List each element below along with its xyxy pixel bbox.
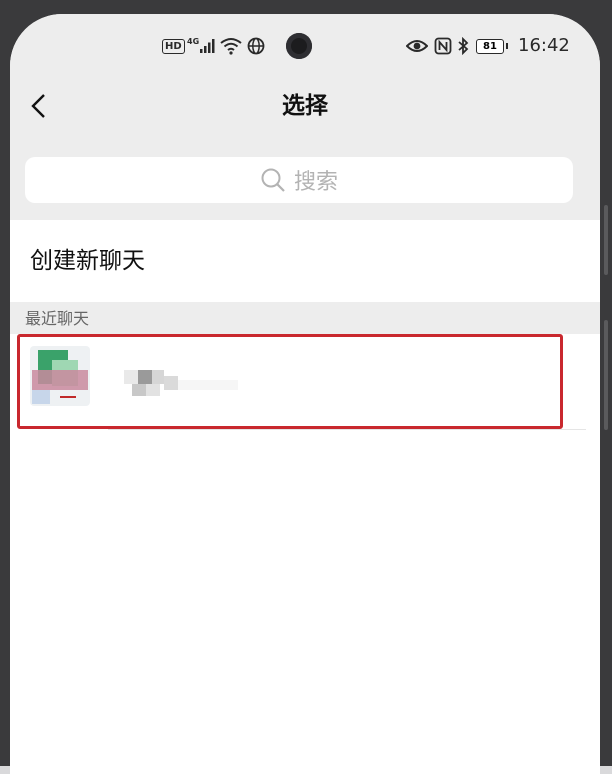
recent-chats-header: 最近聊天 [10, 302, 600, 334]
front-camera [286, 33, 312, 59]
hd-indicator: HD [162, 34, 185, 58]
recent-chats-label: 最近聊天 [25, 309, 90, 328]
nfc-indicator [434, 34, 452, 58]
search-input[interactable]: 搜索 [25, 157, 573, 203]
search-icon [261, 168, 285, 192]
globe-indicator [247, 34, 265, 58]
wifi-indicator [220, 34, 242, 58]
nfc-icon [434, 37, 452, 55]
status-bar: HD 4G 81 16:42 [10, 33, 600, 59]
battery-tip [506, 43, 508, 49]
hd-badge: HD [162, 38, 185, 54]
battery-icon: 81 [476, 39, 504, 54]
bluetooth-icon [458, 37, 469, 55]
bluetooth-indicator [457, 34, 469, 58]
eye-icon [406, 40, 428, 52]
globe-icon [247, 37, 265, 55]
eye-indicator [406, 34, 428, 58]
search-placeholder: 搜索 [293, 170, 338, 195]
wifi-icon [220, 38, 242, 55]
network-type: 4G [187, 36, 200, 46]
phone-frame: HD 4G 81 16:42 选择 搜索 创建新聊天 最近聊天 [0, 0, 612, 774]
side-button [604, 320, 608, 430]
create-new-chat-label: 创建新聊天 [30, 248, 145, 274]
network-indicator: 4G [187, 34, 217, 58]
row-divider [108, 429, 586, 430]
highlight-annotation [17, 334, 563, 429]
signal-bars-icon [200, 39, 215, 53]
clock: 16:42 [518, 35, 570, 56]
page-title: 选择 [282, 93, 328, 119]
side-button [604, 205, 608, 275]
create-new-chat-item[interactable]: 创建新聊天 [10, 220, 600, 302]
